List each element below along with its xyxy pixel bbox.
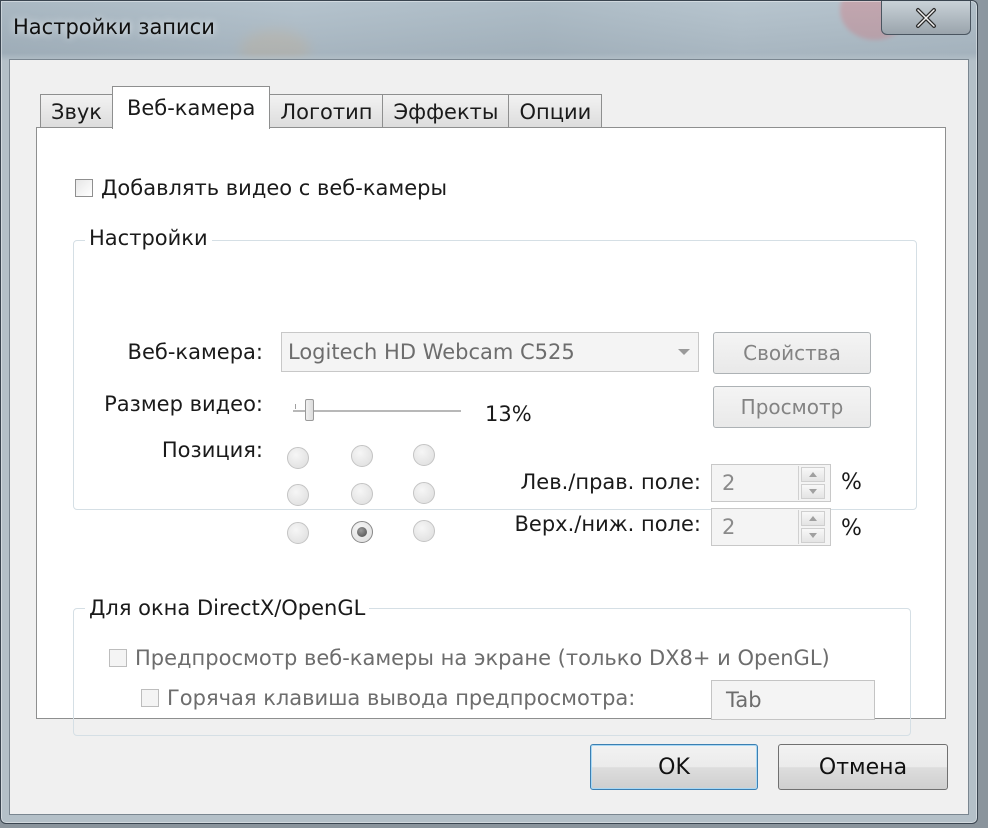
video-size-slider[interactable] [293, 410, 461, 413]
hotkey-input[interactable]: Tab [711, 680, 875, 720]
position-bottom-left-radio[interactable] [287, 522, 309, 544]
add-webcam-video-checkbox[interactable] [75, 179, 93, 197]
lr-margin-percent: % [841, 470, 862, 495]
tb-margin-value: 2 [722, 515, 736, 539]
spin-up-icon[interactable] [801, 467, 825, 482]
close-button[interactable] [881, 1, 971, 35]
directx-group-title: Для окна DirectX/OpenGL [85, 596, 370, 620]
tb-margin-percent: % [841, 516, 862, 541]
onscreen-preview-checkbox[interactable] [109, 649, 127, 667]
tab-sound[interactable]: Звук [40, 94, 113, 128]
tb-margin-spinner[interactable]: 2 [711, 508, 831, 546]
position-top-right-radio[interactable] [413, 444, 435, 466]
webcam-label: Веб-камера: [127, 340, 263, 364]
slider-tick [295, 404, 296, 409]
lr-margin-spin-buttons [798, 466, 829, 500]
chevron-down-icon [678, 349, 690, 355]
position-middle-right-radio[interactable] [413, 482, 435, 504]
add-webcam-video-label: Добавлять видео с веб-камеры [101, 176, 448, 200]
tb-margin-spin-buttons [798, 510, 829, 544]
settings-group-title: Настройки [85, 226, 212, 250]
position-middle-left-radio[interactable] [287, 484, 309, 506]
position-top-left-radio[interactable] [287, 447, 309, 469]
webcam-tab-panel: Добавлять видео с веб-камеры Настройки В… [36, 127, 946, 736]
onscreen-preview-label: Предпросмотр веб-камеры на экране (тольк… [135, 646, 830, 670]
position-bottom-right-radio[interactable] [413, 520, 435, 542]
preview-hotkey-label: Горячая клавиша вывода предпросмотра: [167, 686, 636, 710]
tb-margin-label: Верх./ниж. поле: [514, 512, 701, 536]
preview-button[interactable]: Просмотр [713, 386, 871, 428]
properties-button[interactable]: Свойства [713, 332, 871, 374]
position-bottom-center-radio[interactable] [351, 521, 373, 543]
position-label: Позиция: [161, 438, 263, 462]
record-settings-dialog: Настройки записи Звук Веб-камера Логотип… [0, 0, 978, 824]
spin-up-icon[interactable] [801, 511, 825, 526]
preview-hotkey-row[interactable]: Горячая клавиша вывода предпросмотра: [141, 686, 635, 710]
video-size-label: Размер видео: [104, 392, 263, 416]
onscreen-preview-row[interactable]: Предпросмотр веб-камеры на экране (тольк… [109, 646, 830, 670]
tab-options[interactable]: Опции [508, 94, 603, 128]
spin-down-icon[interactable] [801, 484, 825, 499]
dialog-client-area: Звук Веб-камера Логотип Эффекты Опции До… [9, 59, 969, 815]
webcam-select-value: Logitech HD Webcam C525 [288, 340, 575, 364]
tab-effects[interactable]: Эффекты [382, 94, 510, 128]
add-webcam-video-row[interactable]: Добавлять видео с веб-камеры [75, 176, 447, 200]
tab-webcam[interactable]: Веб-камера [111, 86, 271, 129]
webcam-select[interactable]: Logitech HD Webcam C525 [281, 332, 699, 372]
window-title: Настройки записи [13, 15, 215, 39]
tab-strip: Звук Веб-камера Логотип Эффекты Опции [40, 86, 603, 129]
ok-button[interactable]: OK [590, 744, 758, 790]
close-icon [916, 7, 936, 28]
hotkey-value: Tab [726, 688, 762, 712]
spin-down-icon[interactable] [801, 528, 825, 543]
video-size-slider-thumb[interactable] [305, 399, 314, 421]
position-top-center-radio[interactable] [351, 445, 373, 467]
lr-margin-spinner[interactable]: 2 [711, 464, 831, 502]
video-size-value: 13% [485, 402, 532, 426]
lr-margin-value: 2 [722, 471, 736, 495]
cancel-button[interactable]: Отмена [778, 744, 948, 790]
lr-margin-label: Лев./прав. поле: [520, 470, 702, 494]
preview-hotkey-checkbox[interactable] [141, 689, 159, 707]
position-middle-center-radio[interactable] [351, 483, 373, 505]
tab-logo[interactable]: Логотип [269, 94, 384, 128]
